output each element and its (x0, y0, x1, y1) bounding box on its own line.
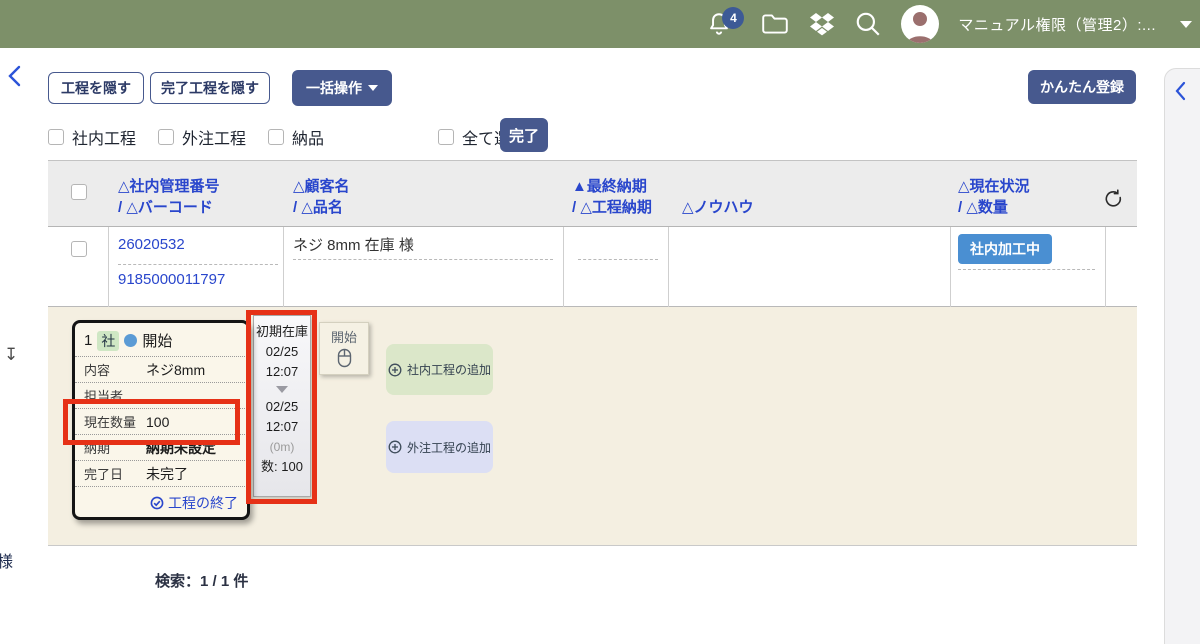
outsourced-label: 外注工程 (182, 125, 246, 149)
select-all-checkbox[interactable] (438, 129, 454, 145)
header-checkbox[interactable] (71, 184, 87, 200)
manage-no-link[interactable]: 26020532 (118, 236, 185, 253)
refresh-icon[interactable] (1103, 189, 1125, 216)
card-row-assignee: 担当者 (75, 382, 247, 408)
process-card[interactable]: 1 社 開始 内容 ネジ8mm 担当者 現在数量 100 納期 納期未設定 (72, 320, 250, 520)
row-checkbox[interactable] (71, 241, 87, 257)
check-circle-icon (150, 496, 164, 510)
timeline-start-time: 12:07 (266, 362, 299, 382)
process-type-badge: 社 (97, 331, 119, 351)
collapse-left-chevron-icon[interactable] (6, 64, 24, 93)
process-card-header: 1 社 開始 (75, 323, 247, 356)
user-avatar[interactable] (900, 4, 940, 44)
delivery-checkbox[interactable] (268, 129, 284, 145)
filter-outsourced[interactable]: 外注工程 (158, 125, 246, 149)
page: 4 (0, 0, 1200, 644)
timeline-duration: (0m) (270, 437, 295, 457)
column-header-customer[interactable]: △顧客名 / △品名 (293, 176, 350, 218)
timeline-start-date: 02/25 (266, 342, 299, 362)
hide-completed-label: 完了工程を隠す (161, 78, 259, 98)
barcode-link[interactable]: 9185000011797 (118, 271, 225, 288)
outsourced-checkbox[interactable] (158, 129, 174, 145)
done-button[interactable]: 完了 (500, 118, 548, 152)
card-row-quantity: 現在数量 100 (75, 408, 247, 434)
plus-circle-icon (388, 440, 402, 454)
timeline-title: 初期在庫 (256, 322, 308, 342)
right-side-panel[interactable] (1164, 68, 1200, 644)
customer-name: ネジ 8mm 在庫 様 (293, 234, 414, 255)
filter-row: 社内工程 外注工程 納品 全て選択 (48, 125, 526, 149)
notification-count-badge: 4 (722, 7, 744, 29)
easy-register-label: かんたん登録 (1040, 77, 1124, 97)
user-role-label[interactable]: マニュアル権限（管理2）:... (958, 14, 1156, 35)
status-dot-icon (124, 334, 137, 347)
column-header-due[interactable]: ▲最終納期 / △工程納期 (572, 176, 652, 218)
filter-delivery[interactable]: 納品 (268, 125, 324, 149)
chevron-down-icon (368, 85, 378, 91)
add-inhouse-process-button[interactable]: 社内工程の追加 (386, 344, 493, 395)
easy-register-button[interactable]: かんたん登録 (1028, 70, 1136, 104)
top-header-bar: 4 (0, 0, 1200, 48)
process-detail-panel: 1 社 開始 内容 ネジ8mm 担当者 現在数量 100 納期 納期未設定 (48, 307, 1137, 546)
search-result-count: 検索：1 / 1 件 (155, 570, 248, 591)
add-outsource-label: 外注工程の追加 (407, 439, 491, 456)
finish-process-link[interactable]: 工程の終了 (150, 493, 238, 513)
search-icon[interactable] (854, 10, 882, 38)
table-row[interactable]: 26020532 9185000011797 ネジ 8mm 在庫 様 社内加工中 (48, 227, 1137, 307)
table-header: △社内管理番号 / △バーコード △顧客名 / △品名 ▲最終納期 / △工程納… (48, 160, 1137, 227)
timeline-column[interactable]: 初期在庫 02/25 12:07 02/25 12:07 (0m) 数: 100 (253, 315, 311, 497)
filter-inhouse[interactable]: 社内工程 (48, 125, 136, 149)
process-index: 1 (84, 332, 92, 349)
expand-right-chevron-icon[interactable] (1173, 81, 1189, 106)
clipped-side-text: 様 (0, 548, 13, 572)
bulk-action-dropdown-button[interactable]: 一括操作 (292, 70, 392, 106)
hide-process-label: 工程を隠す (61, 78, 131, 98)
hide-process-button[interactable]: 工程を隠す (48, 72, 144, 104)
timeline-end-date: 02/25 (266, 397, 299, 417)
plus-circle-icon (388, 363, 402, 377)
scroll-to-bottom-icon[interactable]: ↧ (4, 345, 18, 365)
add-inhouse-label: 社内工程の追加 (407, 361, 491, 378)
status-badge[interactable]: 社内加工中 (958, 234, 1052, 264)
column-header-status[interactable]: △現在状況 / △数量 (958, 176, 1030, 218)
user-menu-caret-icon[interactable] (1180, 21, 1192, 28)
card-row-content: 内容 ネジ8mm (75, 356, 247, 382)
done-label: 完了 (509, 125, 539, 146)
timeline-quantity: 数: 100 (261, 457, 303, 477)
delivery-label: 納品 (292, 125, 324, 149)
hide-completed-button[interactable]: 完了工程を隠す (150, 72, 270, 104)
timeline-arrow-icon (276, 386, 288, 393)
process-title: 開始 (142, 330, 172, 351)
timeline-end-time: 12:07 (266, 417, 299, 437)
inhouse-checkbox[interactable] (48, 129, 64, 145)
column-header-knowhow[interactable]: △ノウハウ (682, 197, 754, 218)
folder-icon[interactable] (760, 11, 790, 37)
notification-bell-icon[interactable]: 4 (706, 11, 732, 37)
column-header-manage-no[interactable]: △社内管理番号 / △バーコード (118, 176, 220, 218)
add-outsource-process-button[interactable]: 外注工程の追加 (386, 421, 493, 473)
bulk-action-label: 一括操作 (306, 78, 362, 98)
dropbox-icon[interactable] (808, 11, 836, 37)
card-row-due: 納期 納期未設定 (75, 434, 247, 460)
card-row-finish-date: 完了日 未完了 (75, 460, 247, 486)
mouse-icon (337, 348, 352, 368)
inhouse-label: 社内工程 (72, 125, 136, 149)
start-drag-tag[interactable]: 開始 (319, 322, 369, 375)
start-tag-label: 開始 (331, 327, 357, 346)
